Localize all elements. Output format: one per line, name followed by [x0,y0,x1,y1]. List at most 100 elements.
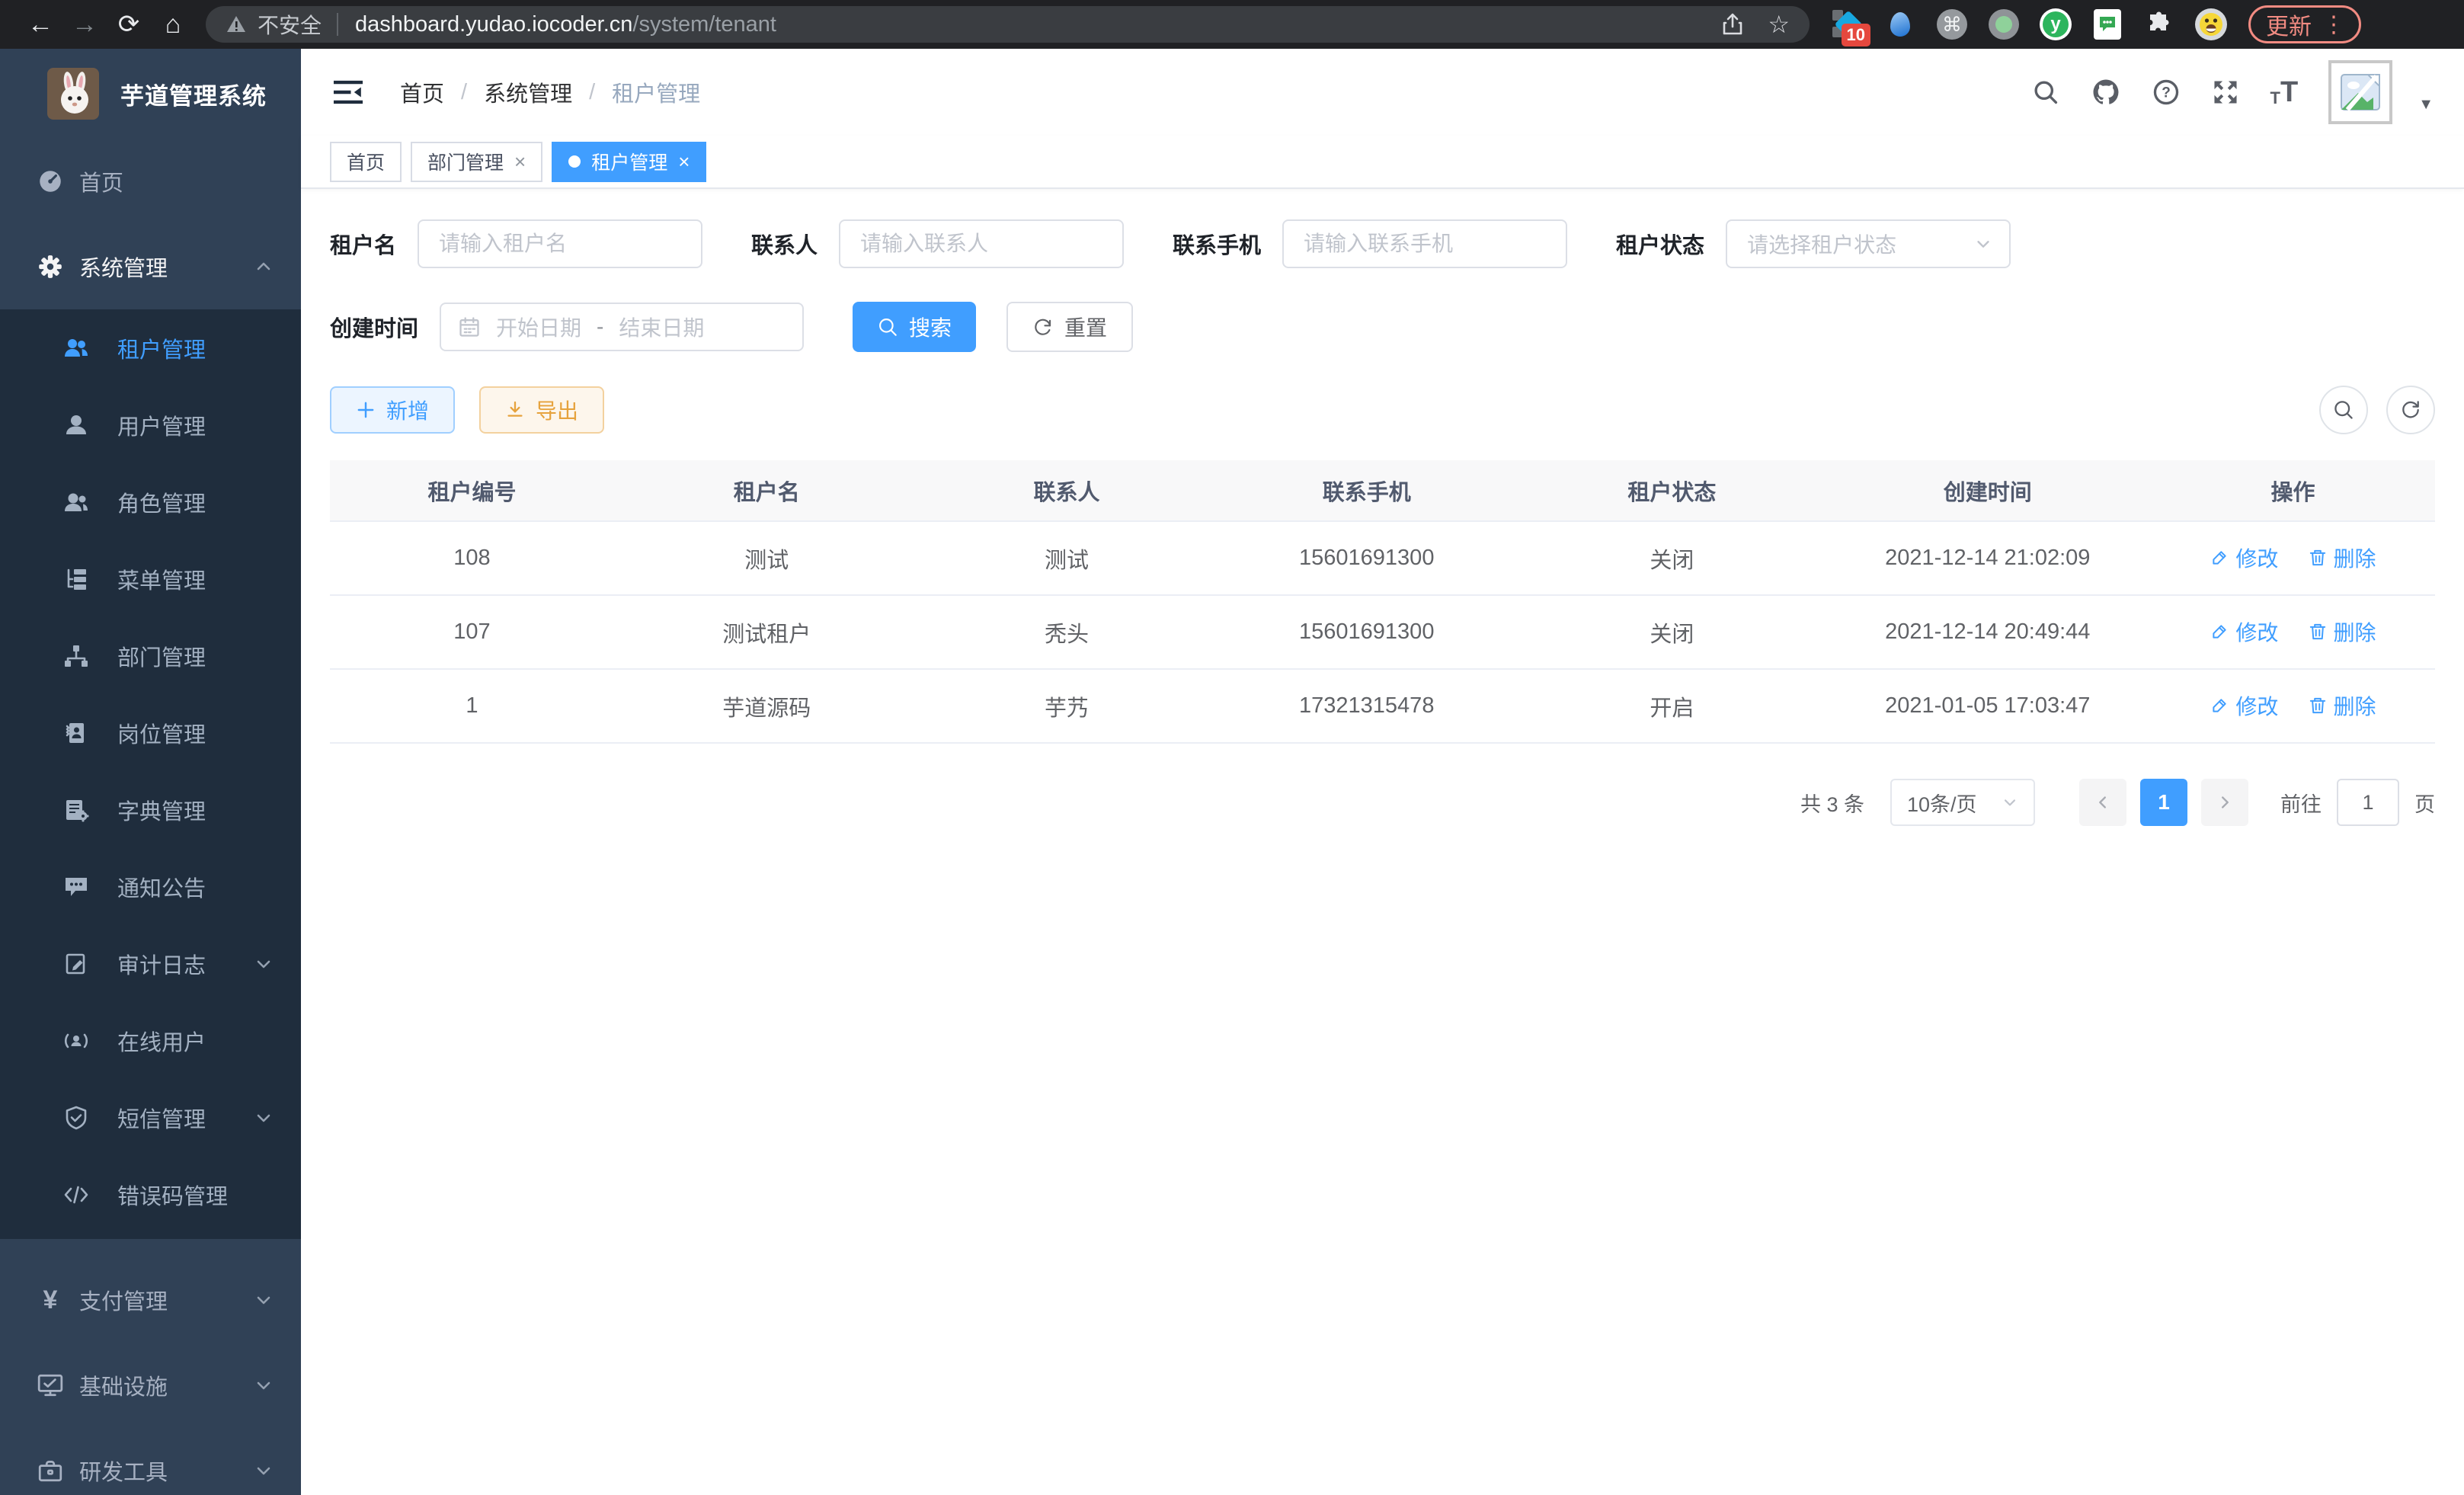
sidebar-item-departments[interactable]: 部门管理 [0,617,301,694]
add-button[interactable]: 新增 [330,386,455,434]
sidebar-item-audit-log[interactable]: 审计日志 [0,925,301,1002]
cell-created: 2021-01-05 17:03:47 [1825,669,2151,743]
sidebar-item-infrastructure[interactable]: 基础设施 [0,1343,301,1428]
extension-chat-icon[interactable] [2091,8,2123,40]
security-label[interactable]: 不安全 [258,9,322,40]
badge-icon [61,720,91,746]
browser-home-icon[interactable]: ⌂ [151,10,195,40]
address-bar[interactable]: 不安全 dashboard.yudao.iocoder.cn /system/t… [206,6,1810,43]
edit-button[interactable]: 修改 [2210,616,2278,647]
browser-menu-icon[interactable]: ⋮ [2322,11,2344,38]
sidebar-collapse-icon[interactable] [331,75,365,109]
close-icon[interactable]: × [678,152,690,171]
header-search-icon[interactable] [2031,78,2060,107]
extensions-puzzle-icon[interactable] [2143,8,2175,40]
cell-tenant-name: 芋道源码 [614,669,920,743]
cell-tenant-name: 测试 [614,521,920,595]
sidebar-item-label: 错误码管理 [117,1179,228,1211]
sidebar-item-notice[interactable]: 通知公告 [0,848,301,925]
sidebar-item-online-users[interactable]: 在线用户 [0,1002,301,1079]
sidebar-item-label: 支付管理 [79,1284,168,1316]
sidebar-item-home[interactable]: 首页 [0,139,301,224]
page-size-select[interactable]: 10条/页 [1890,779,2035,826]
close-icon[interactable]: × [514,152,526,171]
edit-button[interactable]: 修改 [2210,543,2278,573]
app-title: 芋道管理系统 [120,77,267,111]
github-icon[interactable] [2091,77,2121,107]
user-avatar[interactable] [2328,60,2392,124]
date-range-picker[interactable]: 开始日期 - 结束日期 [440,303,804,351]
tab-departments[interactable]: 部门管理 × [411,142,542,182]
next-page-button[interactable] [2201,779,2248,826]
goto-label: 前往 [2280,788,2322,818]
col-actions: 操作 [2151,460,2435,521]
bookmark-star-icon[interactable]: ☆ [1768,10,1790,39]
toggle-search-button[interactable] [2319,386,2368,434]
sidebar-item-roles[interactable]: 角色管理 [0,463,301,540]
sidebar-item-menus[interactable]: 菜单管理 [0,540,301,617]
sidebar-item-payment[interactable]: ¥ 支付管理 [0,1257,301,1343]
sidebar-item-label: 研发工具 [79,1455,168,1487]
tenant-name-input[interactable] [418,219,702,268]
col-status: 租户状态 [1519,460,1825,521]
extension-command-icon[interactable]: ⌘ [1936,8,1968,40]
mobile-input[interactable] [1282,219,1567,268]
tenant-page: 租户名 联系人 联系手机 租户状态 请选择租户状态 [301,189,2464,1495]
cell-created: 2021-12-14 21:02:09 [1825,521,2151,595]
extension-y-icon[interactable]: y [2040,8,2072,40]
cell-created: 2021-12-14 20:49:44 [1825,595,2151,669]
cell-mobile: 15601691300 [1214,595,1519,669]
date-start-placeholder: 开始日期 [496,312,581,342]
extension-record-icon[interactable] [1988,8,2020,40]
mobile-label: 联系手机 [1173,228,1261,260]
breadcrumb-home[interactable]: 首页 [400,76,444,108]
tab-home[interactable]: 首页 [330,142,402,182]
sidebar-item-dev-tools[interactable]: 研发工具 [0,1428,301,1495]
extension-balloon-icon[interactable] [1884,8,1916,40]
delete-button[interactable]: 删除 [2308,543,2376,573]
sidebar-item-label: 在线用户 [117,1025,206,1057]
fullscreen-icon[interactable] [2211,78,2240,107]
tab-label: 部门管理 [427,148,504,175]
browser-forward-icon[interactable]: → [62,10,107,40]
extension-diamond-icon[interactable]: 10 [1832,8,1864,40]
sidebar-item-system[interactable]: 系统管理 [0,224,301,309]
export-button[interactable]: 导出 [479,386,604,434]
sidebar-item-sms[interactable]: 短信管理 [0,1079,301,1156]
help-icon[interactable]: ? [2152,78,2181,107]
tab-tenants[interactable]: 租户管理 × [552,142,706,182]
sidebar-item-users[interactable]: 用户管理 [0,386,301,463]
page-number-button[interactable]: 1 [2140,779,2187,826]
prev-page-button[interactable] [2079,779,2126,826]
status-select[interactable]: 请选择租户状态 [1726,219,2011,268]
sidebar-item-tenant[interactable]: 租户管理 [0,309,301,386]
contact-input[interactable] [839,219,1124,268]
briefcase-icon [35,1457,66,1484]
delete-button[interactable]: 删除 [2308,690,2376,721]
audit-log-icon [61,951,91,977]
caret-down-icon[interactable]: ▼ [2418,96,2434,114]
reset-button[interactable]: 重置 [1006,302,1133,352]
sidebar-item-error-codes[interactable]: 错误码管理 [0,1156,301,1233]
goto-page-input[interactable] [2337,779,2399,826]
browser-reload-icon[interactable]: ⟳ [107,9,151,40]
sidebar-item-label: 通知公告 [117,871,206,903]
sidebar-logo[interactable]: 芋道管理系统 [0,49,301,139]
refresh-button[interactable] [2386,386,2435,434]
profile-avatar-icon[interactable] [2195,8,2227,40]
cell-actions: 修改 删除 [2151,595,2435,669]
breadcrumb-section[interactable]: 系统管理 [484,76,572,108]
sidebar-item-label: 菜单管理 [117,563,206,595]
col-contact: 联系人 [920,460,1214,521]
cell-status: 关闭 [1519,521,1825,595]
browser-back-icon[interactable]: ← [18,10,62,40]
browser-update-button[interactable]: 更新 ⋮ [2248,5,2361,43]
share-icon[interactable] [1720,12,1745,37]
sidebar-item-posts[interactable]: 岗位管理 [0,694,301,771]
font-size-icon[interactable]: TT [2270,78,2299,107]
delete-button[interactable]: 删除 [2308,616,2376,647]
search-button[interactable]: 搜索 [853,302,976,352]
table-row: 107 测试租户 秃头 15601691300 关闭 2021-12-14 20… [330,595,2435,669]
edit-button[interactable]: 修改 [2210,690,2278,721]
sidebar-item-dict[interactable]: 字典管理 [0,771,301,848]
